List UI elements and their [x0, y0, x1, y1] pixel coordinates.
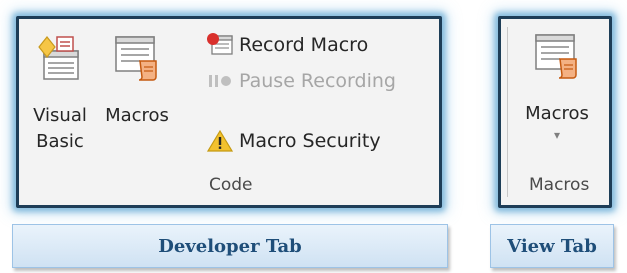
chevron-down-icon[interactable]: ▾: [515, 127, 599, 143]
record-macro-label: Record Macro: [239, 34, 369, 56]
macros-icon: [535, 34, 577, 79]
view-macros-label: Macros: [525, 103, 589, 124]
code-group-label: Code: [209, 175, 253, 195]
visual-basic-label-line1: Visual: [33, 105, 87, 126]
visual-basic-label-line2: Basic: [36, 131, 84, 152]
pause-recording-button[interactable]: Pause Recording: [205, 67, 396, 95]
macros-button[interactable]: Macros: [101, 33, 173, 129]
view-macros-button[interactable]: Macros ▾: [515, 31, 599, 143]
visual-basic-icon: [38, 36, 79, 80]
group-divider: [507, 27, 508, 197]
visual-basic-button[interactable]: Visual Basic: [25, 33, 95, 155]
macros-icon: [115, 36, 157, 81]
view-ribbon-panel: Macros ▾ Macros: [498, 16, 612, 208]
macros-label: Macros: [105, 105, 169, 126]
record-macro-button[interactable]: Record Macro: [205, 31, 368, 59]
developer-ribbon-panel: Visual Basic Macros Record Macro Pause R…: [16, 16, 442, 208]
record-macro-icon: [205, 31, 235, 59]
pause-recording-label: Pause Recording: [239, 70, 396, 92]
warning-icon: [205, 127, 235, 155]
view-tab-caption: View Tab: [490, 224, 614, 268]
macros-group-label: Macros: [529, 175, 590, 195]
pause-recording-icon: [205, 67, 235, 95]
macro-security-label: Macro Security: [239, 130, 381, 152]
developer-tab-caption: Developer Tab: [12, 224, 448, 268]
macro-security-button[interactable]: Macro Security: [205, 127, 381, 155]
